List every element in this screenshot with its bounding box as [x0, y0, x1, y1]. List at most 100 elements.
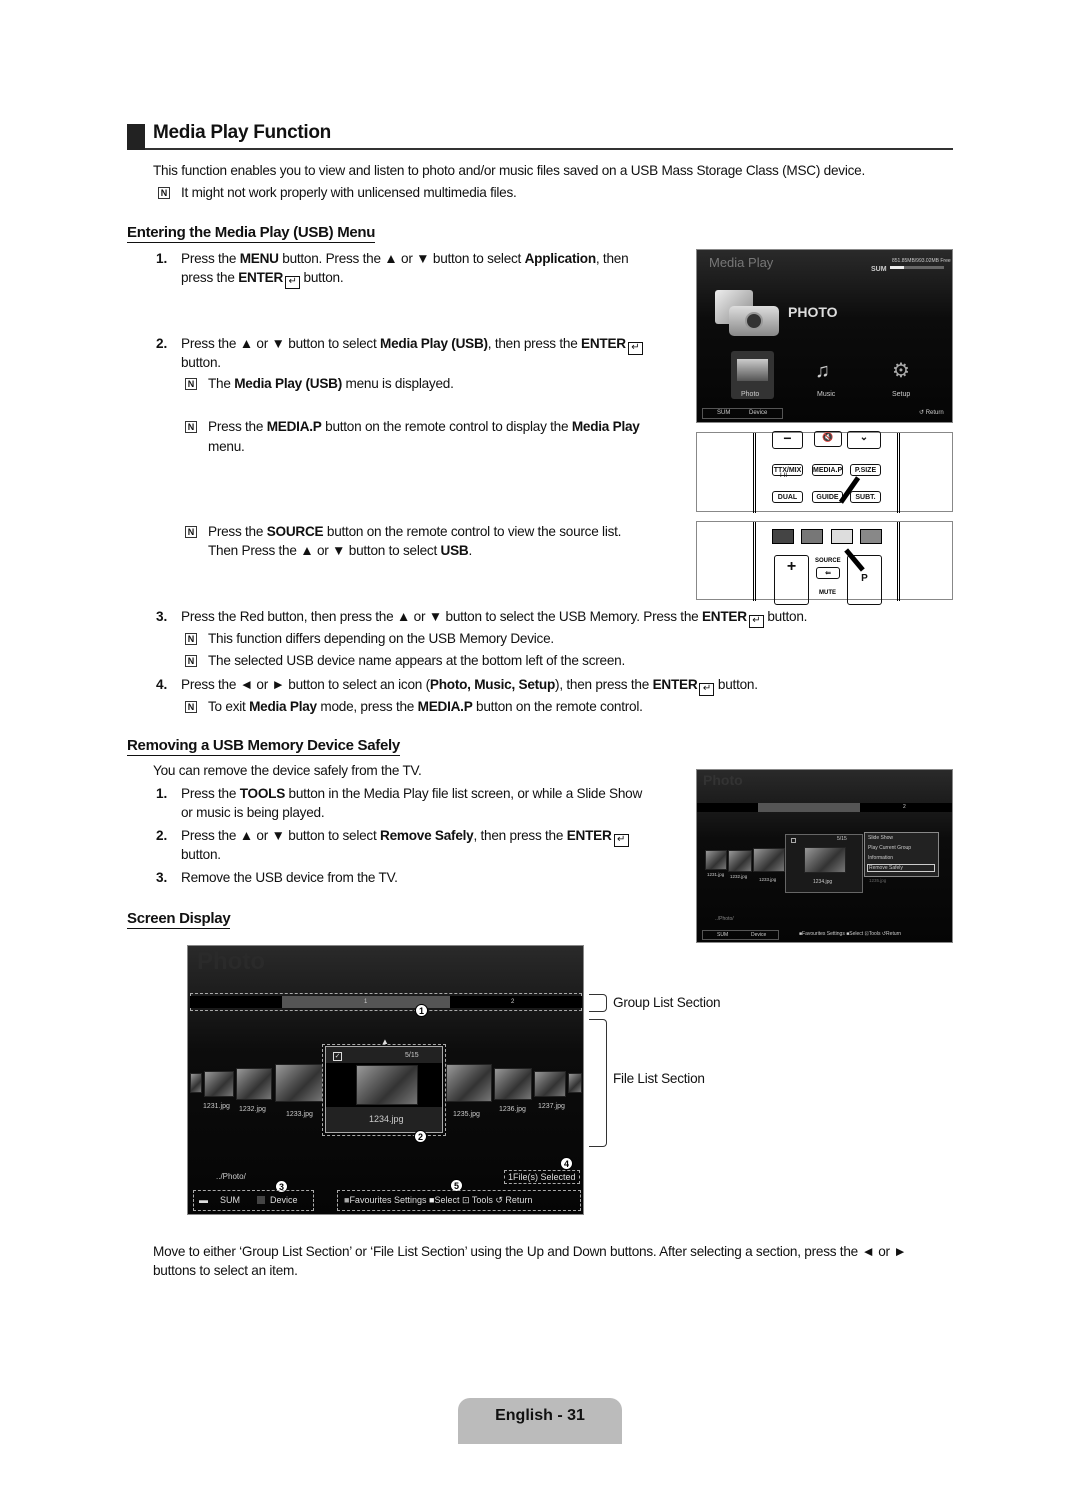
s2-intro: You can remove the device safely from th… — [153, 763, 422, 778]
device-swatch — [257, 1196, 265, 1204]
enter-icon: ↵ — [613, 834, 629, 847]
device-section[interactable]: ▬ SUM Device — [193, 1190, 314, 1211]
music-icon: ♫ — [815, 360, 830, 382]
group-list-section[interactable] — [190, 996, 582, 1008]
title-marker — [127, 124, 145, 150]
gear-icon: ⚙ — [892, 360, 910, 382]
selected-count: 1File(s) Selected — [504, 1170, 580, 1184]
page-number-tab: English - 31 — [458, 1398, 622, 1444]
step-number: 4. — [156, 677, 168, 692]
menu-information[interactable]: Information — [868, 855, 893, 861]
return-hint: ↺ Return — [919, 410, 944, 416]
file-counter: 5/15 — [837, 836, 847, 842]
menu-play-current-group[interactable]: Play Current Group — [868, 845, 911, 851]
bottom-hints: ■Favourites Settings ■Select ⊡Tools ↺Ret… — [799, 931, 902, 937]
s1-note5: The selected USB device name appears at … — [208, 653, 625, 668]
help-bar: ■Favourites Settings ■Select ⊡ Tools ↺ R… — [337, 1190, 581, 1211]
s1-step2-line2: button. — [181, 355, 221, 370]
photo-tools-screenshot: Photo 2 1231.jpg 1232.jpg 1233.jpg 5/15 … — [696, 769, 953, 943]
storage-bar — [890, 266, 944, 269]
tools-menu: Slide Show Play Current Group Informatio… — [864, 832, 939, 877]
section-heading-removing: Removing a USB Memory Device Safely — [127, 737, 400, 756]
checkbox-icon[interactable]: ✓ — [333, 1052, 342, 1061]
ttx-mix-key: TTX/MIX — [772, 464, 803, 476]
file-name: 1234.jpg — [369, 1114, 404, 1124]
subt-key: SUBT. — [850, 491, 881, 503]
selected-label: PHOTO — [788, 304, 838, 320]
file-name: 1231.jpg — [707, 872, 725, 877]
camera-icon — [729, 306, 779, 336]
s1-note4: This function differs depending on the U… — [208, 631, 554, 646]
usb-sum: SUM — [717, 410, 731, 416]
group-1[interactable]: 1 — [364, 999, 367, 1005]
note-icon: N — [185, 633, 197, 645]
note-icon: N — [185, 526, 197, 538]
device-name: SUM — [871, 266, 887, 273]
yellow-button — [831, 529, 853, 544]
screen-title: Photo — [703, 772, 743, 788]
page-title: Media Play Function — [153, 122, 331, 143]
group-list-label: Group List Section — [613, 995, 721, 1010]
device-label: Device — [751, 932, 767, 938]
section-heading-entering: Entering the Media Play (USB) Menu — [127, 224, 376, 243]
menu-item-photo[interactable]: Photo — [741, 391, 759, 398]
file-name: 1235.jpg — [869, 878, 887, 883]
p-size-key: P.SIZE — [850, 464, 881, 476]
red-button — [772, 529, 794, 544]
title-rule — [145, 148, 953, 150]
enter-icon: ↵ — [748, 615, 764, 628]
s2-step2-line1: Press the ▲ or ▼ button to select Remove… — [181, 827, 629, 847]
section-heading-screen-display: Screen Display — [127, 910, 231, 929]
step-number: 2. — [156, 336, 168, 351]
menu-item-music[interactable]: Music — [817, 391, 835, 398]
s2-step1-line1: Press the TOOLS button in the Media Play… — [181, 786, 643, 801]
callout-1: 1 — [415, 1004, 428, 1017]
file-list-label: File List Section — [613, 1071, 705, 1086]
s1-note1: The Media Play (USB) menu is displayed. — [208, 376, 454, 391]
device-label: Device — [749, 410, 768, 416]
usb-sum: SUM — [717, 932, 729, 938]
callout-4: 4 — [560, 1157, 573, 1170]
s2-step3: Remove the USB device from the TV. — [181, 870, 398, 885]
select-hint: Select — [434, 1195, 460, 1205]
screen-display-desc-1: Move to either ‘Group List Section’ or ‘… — [153, 1244, 907, 1259]
selected-file-card[interactable]: 5/15 1234.jpg — [785, 834, 863, 893]
file-counter: 5/15 — [405, 1052, 419, 1059]
device-label: Device — [270, 1195, 298, 1205]
selected-file-card[interactable]: ✓ 5/15 1234.jpg — [325, 1046, 443, 1133]
usb-icon: ▬ — [199, 1195, 208, 1205]
return-hint: Return — [505, 1195, 533, 1205]
current-path: ../Photo/ — [216, 1172, 246, 1181]
note-icon: N — [185, 378, 197, 390]
green-button — [801, 529, 823, 544]
usb-sum: SUM — [220, 1195, 240, 1205]
s1-step1-line1: Press the MENU button. Press the ▲ or ▼ … — [181, 251, 629, 266]
callout-2: 2 — [414, 1130, 427, 1143]
step-number: 1. — [156, 251, 168, 266]
s1-note6: To exit Media Play mode, press the MEDIA… — [208, 699, 643, 714]
group-2: 2 — [903, 804, 906, 810]
file-bracket — [589, 1019, 607, 1147]
step-number: 3. — [156, 870, 168, 885]
note-icon: N — [185, 421, 197, 433]
enter-icon: ↵ — [285, 276, 301, 289]
s2-step1-line2: or music is being played. — [181, 805, 325, 820]
file-name: 1235.jpg — [453, 1111, 480, 1118]
screen-title: Media Play — [709, 255, 774, 270]
free-space: 851.85MB/993.02MB Free — [892, 258, 951, 264]
s1-note2-line1: Press the MEDIA.P button on the remote c… — [208, 419, 640, 434]
menu-item-setup[interactable]: Setup — [892, 391, 910, 398]
blue-button — [860, 529, 882, 544]
menu-slide-show[interactable]: Slide Show — [868, 835, 893, 841]
group-2[interactable]: 2 — [511, 999, 514, 1005]
file-name: 1233.jpg — [759, 877, 777, 882]
media-p-key: MEDIA.P — [812, 464, 843, 476]
source-label: SOURCE — [815, 558, 841, 564]
favourites-hint: Favourites Settings — [349, 1195, 427, 1205]
menu-remove-safely[interactable]: Remove Safely — [867, 864, 935, 872]
current-path: ../Photo/ — [715, 916, 734, 922]
s1-step2-line1: Press the ▲ or ▼ button to select Media … — [181, 335, 643, 355]
s2-step2-line2: button. — [181, 847, 221, 862]
intro-text: This function enables you to view and li… — [153, 163, 865, 178]
step-number: 1. — [156, 786, 168, 801]
